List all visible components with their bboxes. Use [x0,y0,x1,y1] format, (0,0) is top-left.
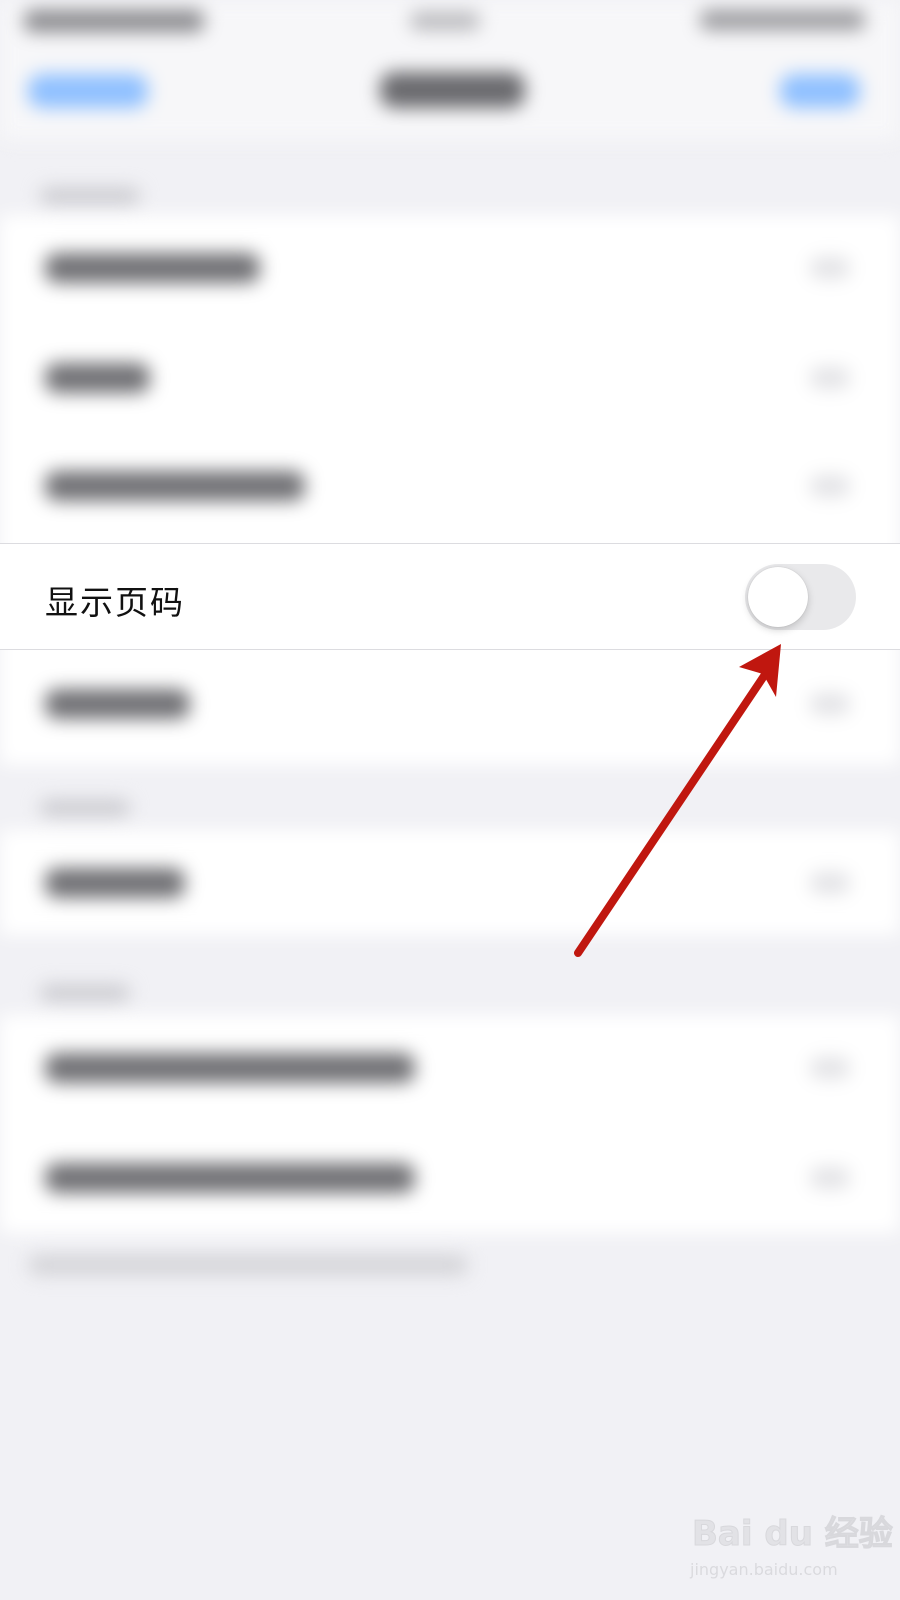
navigation-bar [0,48,900,140]
show-page-number-label: 显示页码 [45,583,185,622]
list-item[interactable] [0,433,900,541]
blurred-background [0,0,900,1600]
watermark-url: jingyan.baidu.com [690,1560,838,1579]
section-header-blur [40,985,130,1001]
list-item[interactable] [0,325,900,433]
section-header-blur [40,188,140,204]
status-time-blur [24,10,204,32]
done-button[interactable] [780,74,860,108]
status-bar [0,0,900,48]
show-page-number-toggle[interactable] [745,564,856,630]
status-center-blur [410,12,480,30]
settings-group-3 [0,1015,900,1233]
list-item[interactable] [0,651,900,759]
footer-note-blur [28,1255,468,1275]
back-button[interactable] [28,74,148,108]
list-item[interactable] [0,215,900,323]
status-indicators-blur [700,10,865,30]
settings-group-1 [0,215,900,765]
settings-group-2 [0,830,900,935]
baidu-watermark: Bai du 经验 jingyan.baidu.com [688,1500,893,1590]
nav-title-blur [380,72,525,108]
baidu-paw-icon: Bai du 经验 [692,1514,894,1555]
show-page-number-row[interactable]: 显示页码 [0,543,900,650]
list-item[interactable] [0,830,900,938]
toggle-knob [748,567,808,627]
list-item[interactable] [0,1015,900,1123]
list-item[interactable] [0,1125,900,1233]
section-header-blur [40,800,130,816]
